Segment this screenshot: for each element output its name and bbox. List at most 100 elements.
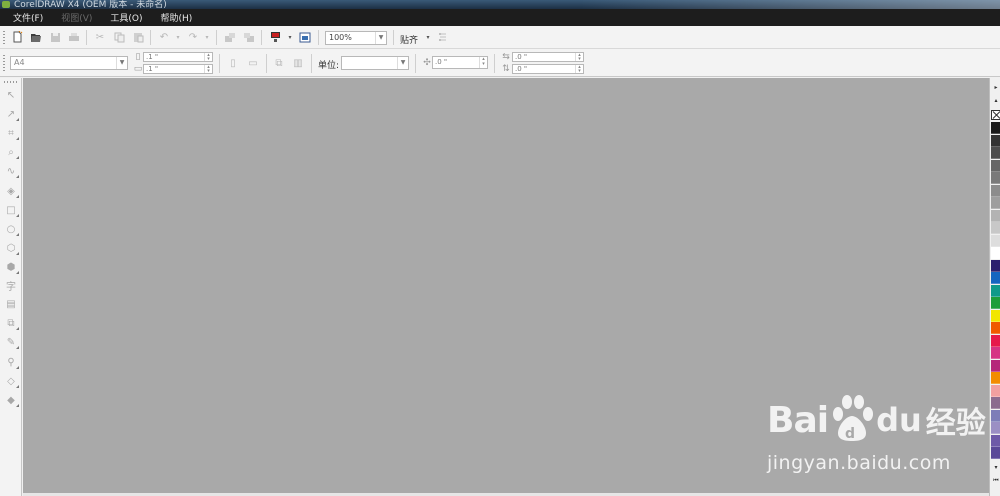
toolbar-separator	[311, 54, 312, 73]
zoom-tool-icon[interactable]: ⌕	[4, 145, 19, 159]
interactive-blend-tool-icon[interactable]: ⧉	[4, 316, 19, 330]
palette-flyout-icon[interactable]: ▸	[991, 83, 1000, 92]
palette-scroll-up-icon[interactable]: ▴	[991, 96, 1000, 105]
duplicate-distance-x-field[interactable]: .0 " ▴ ▾	[512, 52, 584, 62]
application-launcher-icon[interactable]	[268, 30, 282, 44]
menu-help[interactable]: 帮助(H)	[161, 11, 193, 24]
svg-text:d: d	[845, 426, 855, 442]
palette-swatch[interactable]	[991, 259, 1000, 272]
palette-swatch[interactable]	[991, 172, 1000, 184]
palette-swatch[interactable]	[991, 134, 1000, 147]
snap-to-button[interactable]: 贴齐	[400, 33, 418, 46]
palette-swatch[interactable]	[991, 384, 1000, 397]
spin-arrows-icon[interactable]: ▴ ▾	[204, 65, 212, 73]
crop-tool-icon[interactable]: ⌗	[4, 126, 19, 140]
palette-swatch[interactable]	[991, 197, 1000, 209]
save-icon[interactable]	[48, 30, 62, 44]
palette-swatch[interactable]	[991, 159, 1000, 172]
palette-swatch[interactable]	[991, 247, 1000, 259]
shape-tool-icon[interactable]: ↗	[4, 107, 19, 121]
paper-size-combo[interactable]: A4 ▼	[10, 56, 128, 70]
snap-dropdown-icon[interactable]: ▾	[421, 30, 435, 44]
undo-dropdown-icon[interactable]: ▾	[171, 30, 185, 44]
new-icon[interactable]	[10, 30, 24, 44]
print-icon[interactable]	[67, 30, 81, 44]
palette-swatch[interactable]	[991, 297, 1000, 309]
palette-swatch[interactable]	[991, 334, 1000, 347]
units-combo[interactable]: ▼	[341, 56, 409, 70]
chevron-down-icon[interactable]: ▼	[397, 57, 408, 69]
all-pages-icon[interactable]: ⧉	[272, 56, 286, 70]
palette-swatch[interactable]	[991, 284, 1000, 297]
chevron-down-icon[interactable]: ▼	[116, 57, 127, 69]
palette-swatch[interactable]	[991, 447, 1000, 459]
chevron-down-icon[interactable]: ▼	[375, 32, 386, 44]
cut-icon[interactable]: ✂	[93, 30, 107, 44]
table-tool-icon[interactable]: ▤	[4, 297, 18, 311]
window-title: CorelDRAW X4 (OEM 版本 - 未命名)	[14, 0, 167, 9]
toolbar-separator	[266, 54, 267, 73]
palette-swatch[interactable]	[991, 147, 1000, 159]
palette-scroll-end-icon[interactable]: ⏮	[991, 476, 1000, 485]
menu-view[interactable]: 视图(V)	[61, 11, 92, 24]
open-icon[interactable]	[29, 30, 43, 44]
zoom-level-combo[interactable]: 100% ▼	[325, 31, 387, 45]
toolbar-grip[interactable]	[3, 31, 5, 44]
paste-icon[interactable]	[131, 30, 145, 44]
property-bar-grip[interactable]	[3, 55, 5, 71]
spin-arrows-icon[interactable]: ▴ ▾	[575, 65, 583, 73]
eyedropper-tool-icon[interactable]: ✎	[4, 335, 19, 349]
palette-swatch[interactable]	[991, 434, 1000, 447]
paper-width-field[interactable]: .1 " ▴ ▾	[143, 52, 213, 62]
palette-swatch[interactable]	[991, 234, 1000, 247]
portrait-icon[interactable]: ▯	[226, 56, 240, 70]
redo-dropdown-icon[interactable]: ▾	[200, 30, 214, 44]
palette-swatch[interactable]	[991, 409, 1000, 422]
ellipse-tool-icon[interactable]: ○	[4, 222, 19, 236]
palette-swatch[interactable]	[991, 347, 1000, 359]
palette-swatch[interactable]	[991, 209, 1000, 222]
palette-swatch[interactable]	[991, 184, 1000, 197]
redo-icon[interactable]: ↷	[186, 30, 200, 44]
palette-swatch[interactable]	[991, 322, 1000, 334]
spin-arrows-icon[interactable]: ▴ ▾	[204, 53, 212, 61]
palette-scroll-down-icon[interactable]: ▾	[991, 463, 1000, 472]
duplicate-distance-y-value: .0 "	[515, 65, 528, 73]
palette-swatch[interactable]	[991, 122, 1000, 134]
copy-icon[interactable]	[112, 30, 126, 44]
no-color-swatch[interactable]	[991, 110, 1000, 120]
undo-icon[interactable]: ↶	[157, 30, 171, 44]
palette-swatch[interactable]	[991, 272, 1000, 284]
landscape-icon[interactable]: ▭	[246, 56, 260, 70]
menu-tools[interactable]: 工具(O)	[110, 11, 142, 24]
outline-tool-icon[interactable]: ⚲	[4, 355, 19, 369]
menu-file[interactable]: 文件(F)	[13, 11, 43, 24]
spin-arrows-icon[interactable]: ▴ ▾	[479, 57, 487, 68]
welcome-screen-icon[interactable]	[298, 30, 312, 44]
current-page-icon[interactable]: ▥	[291, 56, 305, 70]
spin-arrows-icon[interactable]: ▴ ▾	[575, 53, 583, 61]
smart-fill-tool-icon[interactable]: ◈	[4, 184, 19, 198]
duplicate-distance-y-field[interactable]: .0 " ▴ ▾	[512, 64, 584, 74]
palette-swatch[interactable]	[991, 397, 1000, 409]
options-icon[interactable]	[436, 30, 450, 44]
export-icon[interactable]	[242, 30, 256, 44]
palette-swatch[interactable]	[991, 359, 1000, 372]
polygon-tool-icon[interactable]: ⬡	[4, 241, 19, 255]
import-icon[interactable]	[223, 30, 237, 44]
nudge-distance-field[interactable]: .0 " ▴ ▾	[432, 56, 488, 69]
basic-shapes-tool-icon[interactable]: ⬢	[4, 260, 19, 274]
pick-tool-icon[interactable]: ↖	[4, 88, 18, 102]
freehand-tool-icon[interactable]: ∿	[4, 164, 19, 178]
palette-swatch[interactable]	[991, 309, 1000, 322]
fill-tool-icon[interactable]: ◇	[4, 374, 19, 388]
interactive-fill-tool-icon[interactable]: ◆	[4, 393, 19, 407]
palette-swatch[interactable]	[991, 422, 1000, 434]
paper-height-field[interactable]: .1 " ▴ ▾	[143, 64, 213, 74]
text-tool-icon[interactable]: 字	[4, 278, 18, 293]
rectangle-tool-icon[interactable]: □	[4, 203, 19, 217]
launcher-dropdown-icon[interactable]: ▾	[283, 30, 297, 44]
palette-swatch[interactable]	[991, 222, 1000, 234]
toolbox-grip[interactable]	[4, 81, 18, 83]
palette-swatch[interactable]	[991, 372, 1000, 384]
